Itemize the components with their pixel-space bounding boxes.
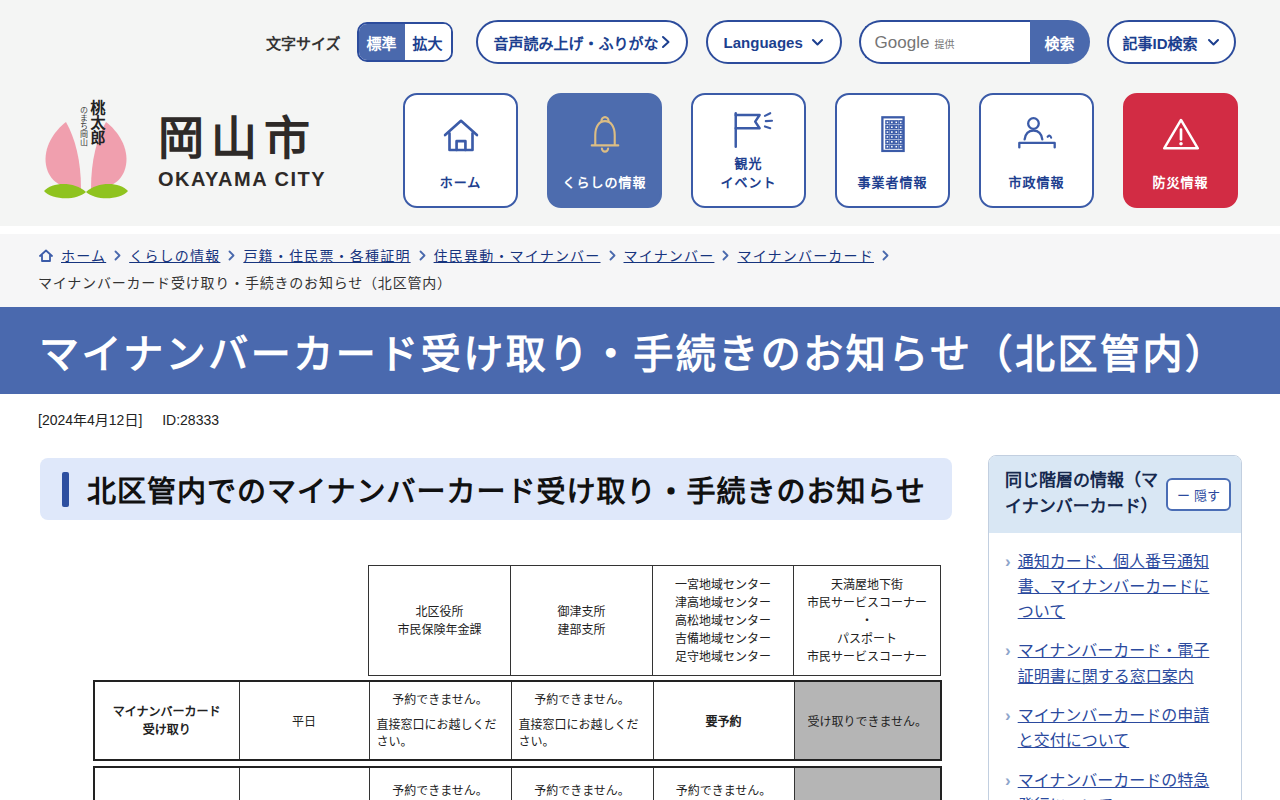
chevron-right-icon: › xyxy=(1005,549,1011,625)
header-mitsu-branch: 御津支所 建部支所 xyxy=(511,566,653,676)
search-button[interactable]: 検索 xyxy=(1030,20,1090,64)
header-district-centers: 一宮地域センター 津高地域センター 高松地域センター 吉備地域センター 足守地域… xyxy=(653,566,794,676)
article-id-search-button[interactable]: 記事ID検索 xyxy=(1107,20,1236,64)
breadcrumb-link-resident-mynumber[interactable]: 住民異動・マイナンバー xyxy=(434,245,601,265)
hide-button[interactable]: ー 隠す xyxy=(1166,478,1231,511)
sidebar-header: 同じ階層の情報（マイナンバーカード） ー 隠す xyxy=(989,456,1241,533)
list-item: › マイナンバーカード・電子証明書に関する窓口案内 xyxy=(1005,638,1219,689)
flag-icon xyxy=(693,107,804,153)
row1-center-cell: 要予約 xyxy=(653,681,794,760)
city-name: 岡山市 OKAYAMA CITY xyxy=(158,112,326,191)
home-icon xyxy=(38,248,54,263)
sidebar-title: 同じ階層の情報（マイナンバーカード） xyxy=(1005,468,1163,521)
article-date: [2024年4月12日] xyxy=(38,412,142,428)
nav-business-info-button[interactable]: 事業者情報 xyxy=(835,93,950,208)
utility-bar: 文字サイズ 標準 拡大 音声読み上げ・ふりがな Languages Google… xyxy=(266,20,1236,64)
list-item: › マイナンバーカードの特急発行について xyxy=(1005,768,1219,800)
warning-icon xyxy=(1125,112,1236,158)
nav-tourism-event-button[interactable]: 観光 イベント xyxy=(691,93,806,208)
okayama-city-logo[interactable]: 桃太郎 のまち岡山 xyxy=(40,96,132,207)
row2-tenmaya-cell xyxy=(794,767,941,800)
row1-kita-cell: 予約できません。 直接窓口にお越しください。 xyxy=(369,681,511,760)
row1-schedule: 平日 xyxy=(239,681,369,760)
row1-label: マイナンバーカード 受け取り xyxy=(94,681,239,760)
section-heading: 北区管内でのマイナンバーカード受け取り・手続きのお知らせ xyxy=(40,458,952,520)
chevron-right-icon xyxy=(114,250,121,261)
nav-living-info-button[interactable]: くらしの情報 xyxy=(547,93,662,208)
notice-table-header: 北区役所 市民保険年金課 御津支所 建部支所 一宮地域センター 津高地域センター… xyxy=(368,565,941,676)
heading-accent-bar xyxy=(62,472,69,507)
page-title-banner: マイナンバーカード受け取り・手続きのお知らせ（北区管内） xyxy=(0,307,1280,394)
breadcrumb-link-mynumber-card[interactable]: マイナンバーカード xyxy=(737,245,874,265)
chevron-right-icon xyxy=(882,250,889,261)
row2-mitsu-cell: 予約できません。 xyxy=(511,767,653,800)
breadcrumb: ホーム くらしの情報 戸籍・住民票・各種証明 住民異動・マイナンバー マイナンバ… xyxy=(38,245,897,265)
breadcrumb-link-home[interactable]: ホーム xyxy=(61,245,106,265)
reception-icon xyxy=(981,112,1092,158)
building-icon xyxy=(837,112,948,158)
font-size-toggle: 標準 拡大 xyxy=(357,22,453,62)
peach-logo-icon: 桃太郎 のまち岡山 xyxy=(40,96,132,203)
related-info-sidebar: 同じ階層の情報（マイナンバーカード） ー 隠す › 通知カード、個人番号通知書、… xyxy=(988,455,1242,800)
row1-mitsu-cell: 予約できません。 直接窓口にお越しください。 xyxy=(511,681,653,760)
row2-schedule xyxy=(239,767,369,800)
google-logo: Google xyxy=(875,33,930,53)
notice-table-row2: 予約できません。 予約できません。 予約できません。 xyxy=(93,766,942,800)
row2-label xyxy=(94,767,239,800)
header-tenmaya-service-corner: 天満屋地下街 市民サービスコーナー ・ パスポート 市民サービスコーナー xyxy=(794,566,941,676)
languages-button[interactable]: Languages xyxy=(706,20,842,64)
chevron-right-icon xyxy=(228,250,235,261)
chevron-right-icon xyxy=(661,35,670,49)
sidebar-links: › 通知カード、個人番号通知書、マイナンバーカードについて › マイナンバーカー… xyxy=(989,533,1241,800)
breadcrumb-current: マイナンバーカード受け取り・手続きのお知らせ（北区管内） xyxy=(38,272,452,292)
chevron-right-icon: › xyxy=(1005,638,1011,689)
breadcrumb-link-living[interactable]: くらしの情報 xyxy=(129,245,220,265)
row1-tenmaya-cell: 受け取りできません。 xyxy=(794,681,941,760)
chevron-right-icon xyxy=(722,250,729,261)
sidebar-link-window-guide[interactable]: マイナンバーカード・電子証明書に関する窓口案内 xyxy=(1018,638,1219,689)
site-search: Google 提供 検索 xyxy=(859,20,1090,64)
row2-center-cell: 予約できません。 xyxy=(653,767,794,800)
font-size-large-button[interactable]: 拡大 xyxy=(405,24,451,60)
search-input[interactable]: Google 提供 xyxy=(859,20,1030,64)
breadcrumb-link-certificates[interactable]: 戸籍・住民票・各種証明 xyxy=(243,245,410,265)
nav-home-button[interactable]: ホーム xyxy=(403,93,518,208)
header-kita-ward-office: 北区役所 市民保険年金課 xyxy=(369,566,511,676)
chevron-right-icon xyxy=(419,250,426,261)
section-heading-text: 北区管内でのマイナンバーカード受け取り・手続きのお知らせ xyxy=(87,468,926,510)
city-name-en: OKAYAMA CITY xyxy=(158,168,326,191)
font-size-label: 文字サイズ xyxy=(266,32,341,53)
chevron-down-icon xyxy=(1207,38,1220,47)
list-item: › マイナンバーカードの申請と交付について xyxy=(1005,703,1219,754)
font-size-standard-button[interactable]: 標準 xyxy=(359,24,405,60)
minus-icon: ー xyxy=(1177,485,1190,504)
svg-text:のまち岡山: のまち岡山 xyxy=(79,106,88,147)
notice-table-row1: マイナンバーカード 受け取り 平日 予約できません。 直接窓口にお越しください。… xyxy=(93,680,942,761)
breadcrumb-link-mynumber[interactable]: マイナンバー xyxy=(624,245,715,265)
city-name-jp: 岡山市 xyxy=(158,112,326,165)
row2-kita-cell: 予約できません。 xyxy=(369,767,511,800)
bell-icon xyxy=(549,112,660,162)
article-id: ID:28333 xyxy=(162,412,219,428)
sidebar-link-application-issue[interactable]: マイナンバーカードの申請と交付について xyxy=(1018,703,1219,754)
chevron-right-icon: › xyxy=(1005,768,1011,800)
chevron-down-icon xyxy=(811,38,824,47)
page-title: マイナンバーカード受け取り・手続きのお知らせ（北区管内） xyxy=(39,322,1227,380)
nav-disaster-info-button[interactable]: 防災情報 xyxy=(1123,93,1238,208)
chevron-right-icon xyxy=(609,250,616,261)
sidebar-link-express-issue[interactable]: マイナンバーカードの特急発行について xyxy=(1018,768,1219,800)
notice-tables: 北区役所 市民保険年金課 御津支所 建部支所 一宮地域センター 津高地域センター… xyxy=(93,565,940,800)
sidebar-link-notification-card[interactable]: 通知カード、個人番号通知書、マイナンバーカードについて xyxy=(1018,549,1219,625)
list-item: › 通知カード、個人番号通知書、マイナンバーカードについて xyxy=(1005,549,1219,625)
article-meta: [2024年4月12日] ID:28333 xyxy=(38,409,235,429)
global-nav: ホーム くらしの情報 観光 イベント 事業者情報 市政情報 xyxy=(403,93,1238,208)
svg-text:桃太郎: 桃太郎 xyxy=(89,99,106,146)
speech-furigana-button[interactable]: 音声読み上げ・ふりがな xyxy=(476,20,688,64)
chevron-right-icon: › xyxy=(1005,703,1011,754)
home-icon xyxy=(405,112,516,158)
nav-city-gov-button[interactable]: 市政情報 xyxy=(979,93,1094,208)
